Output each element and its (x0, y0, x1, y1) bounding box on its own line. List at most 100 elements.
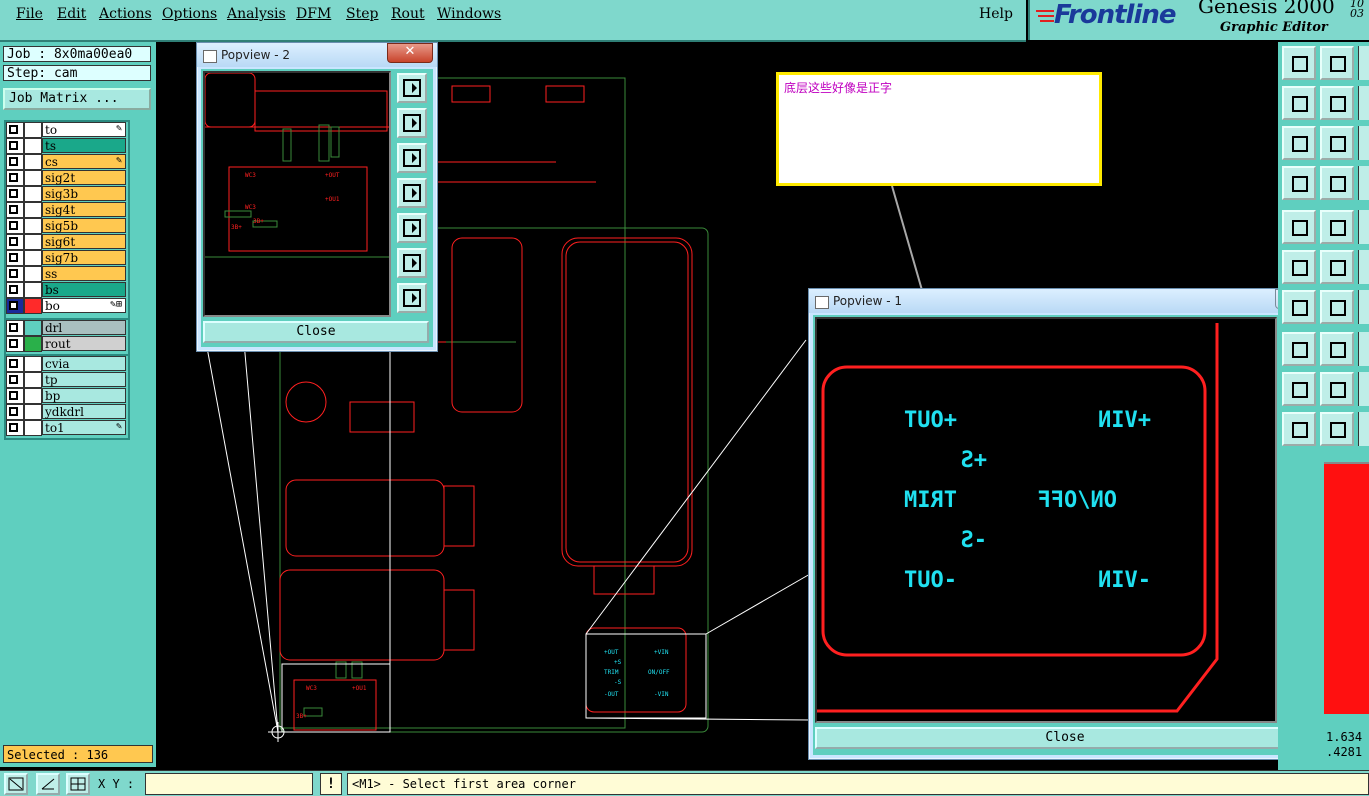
layer-affected-box[interactable] (24, 266, 42, 282)
pan-left-icon[interactable] (397, 178, 427, 208)
layer-row[interactable]: ss (6, 266, 128, 282)
zoom-fit-icon[interactable] (1282, 372, 1316, 406)
layer-row[interactable]: to ✎ (6, 122, 128, 138)
toolbar-overflow-button[interactable] (1358, 166, 1369, 200)
layer-affected-box[interactable] (24, 372, 42, 388)
toolbar-overflow-button[interactable] (1358, 372, 1369, 406)
layer-checkbox[interactable] (6, 298, 24, 314)
menu-windows[interactable]: Windows (437, 6, 501, 22)
layer-affected-box[interactable] (24, 170, 42, 186)
snap-icon[interactable] (1282, 166, 1316, 200)
xy-input[interactable] (145, 773, 313, 795)
layer-row[interactable]: drl (6, 320, 128, 336)
job-matrix-button[interactable]: Job Matrix ... (3, 88, 151, 110)
layer-name[interactable]: cs (42, 154, 126, 169)
layer-row[interactable]: sig5b (6, 218, 128, 234)
layer-affected-box[interactable] (24, 250, 42, 266)
layer-checkbox[interactable] (6, 320, 24, 336)
zoom-home-icon[interactable] (1282, 290, 1316, 324)
layer-affected-box[interactable] (24, 202, 42, 218)
layer-name[interactable]: bp (42, 388, 126, 403)
layer-row[interactable]: sig2t (6, 170, 128, 186)
layer-affected-box[interactable] (24, 420, 42, 436)
layer-affected-box[interactable] (24, 218, 42, 234)
layer-row[interactable]: bo ✎⊞ (6, 298, 128, 314)
cross-icon[interactable] (1282, 250, 1316, 284)
menu-edit[interactable]: Edit (57, 6, 86, 22)
layer-checkbox[interactable] (6, 266, 24, 282)
zoom-center-icon[interactable] (1320, 126, 1354, 160)
layer-name[interactable]: sig5b (42, 218, 126, 233)
zoom-center-icon[interactable] (397, 283, 427, 313)
zoom-fit-icon[interactable] (397, 248, 427, 278)
menu-step[interactable]: Step (346, 6, 378, 22)
layer-checkbox[interactable] (6, 420, 24, 436)
layer-row[interactable]: ts (6, 138, 128, 154)
layer-row[interactable]: to1 ✎ (6, 420, 128, 436)
zoom-area-icon[interactable] (4, 773, 28, 795)
toolbar-overflow-button[interactable] (1358, 290, 1369, 324)
layer-affected-box[interactable] (24, 388, 42, 404)
layer-name[interactable]: rout (42, 336, 126, 351)
layer-affected-box[interactable] (24, 404, 42, 420)
layer-affected-box[interactable] (24, 282, 42, 298)
layer-row[interactable]: sig3b (6, 186, 128, 202)
zoom-center-icon[interactable] (1320, 372, 1354, 406)
select-tool-icon[interactable] (1282, 210, 1316, 244)
layer-affected-box[interactable] (24, 320, 42, 336)
toolbar-overflow-button[interactable] (1358, 46, 1369, 80)
pan-left-icon[interactable] (1282, 86, 1316, 120)
layer-row[interactable]: bp (6, 388, 128, 404)
pan-right-icon[interactable] (1320, 332, 1354, 366)
layer-checkbox[interactable] (6, 372, 24, 388)
layer-checkbox[interactable] (6, 336, 24, 352)
popview-2-close-button[interactable]: Close (203, 321, 429, 343)
layer-checkbox[interactable] (6, 250, 24, 266)
measure-icon[interactable] (36, 773, 60, 795)
toolbar-overflow-button[interactable] (1358, 210, 1369, 244)
layer-affected-box[interactable] (24, 356, 42, 372)
toolbar-overflow-button[interactable] (1358, 412, 1369, 446)
popview-2-titlebar[interactable]: Popview - 2 ✕ (197, 43, 437, 67)
toolbar-overflow-button[interactable] (1358, 126, 1369, 160)
snap-icon[interactable] (1282, 412, 1316, 446)
layer-checkbox[interactable] (6, 218, 24, 234)
layer-row[interactable]: bs (6, 282, 128, 298)
layer-checkbox[interactable] (6, 234, 24, 250)
zoom-out-icon[interactable] (1320, 290, 1354, 324)
layer-row[interactable]: cvia (6, 356, 128, 372)
pan-right-icon[interactable] (1320, 86, 1354, 120)
layer-checkbox[interactable] (6, 282, 24, 298)
layer-affected-box[interactable] (24, 186, 42, 202)
layer-name[interactable]: sig6t (42, 234, 126, 249)
layer-name[interactable]: tp (42, 372, 126, 387)
layer-name[interactable]: ss (42, 266, 126, 281)
route-icon[interactable] (1320, 210, 1354, 244)
layer-affected-box[interactable] (24, 122, 42, 138)
toolbar-overflow-button[interactable] (1358, 86, 1369, 120)
layer-name[interactable]: sig3b (42, 186, 126, 201)
grid-icon[interactable] (1320, 412, 1354, 446)
layer-row[interactable]: tp (6, 372, 128, 388)
active-layer-arrow-icon[interactable] (24, 298, 42, 314)
layer-affected-box[interactable] (24, 138, 42, 154)
pan-left-icon[interactable] (1282, 332, 1316, 366)
layer-name[interactable]: drl (42, 320, 126, 335)
layer-name[interactable]: ydkdrl (42, 404, 126, 419)
grid-icon[interactable] (66, 773, 90, 795)
grid-icon[interactable] (1320, 166, 1354, 200)
zoom-out-icon[interactable] (397, 143, 427, 173)
layer-name[interactable]: ts (42, 138, 126, 153)
layer-name[interactable]: to (42, 122, 126, 137)
layer-checkbox[interactable] (6, 202, 24, 218)
layer-checkbox[interactable] (6, 138, 24, 154)
layer-row[interactable]: sig4t (6, 202, 128, 218)
layer-row[interactable]: ydkdrl (6, 404, 128, 420)
layer-checkbox[interactable] (6, 404, 24, 420)
layer-row[interactable]: sig7b (6, 250, 128, 266)
menu-help[interactable]: Help (979, 6, 1013, 22)
pan-right-icon[interactable] (397, 213, 427, 243)
layer-affected-box[interactable] (24, 234, 42, 250)
layer-checkbox[interactable] (6, 170, 24, 186)
layer-name[interactable]: cvia (42, 356, 126, 371)
